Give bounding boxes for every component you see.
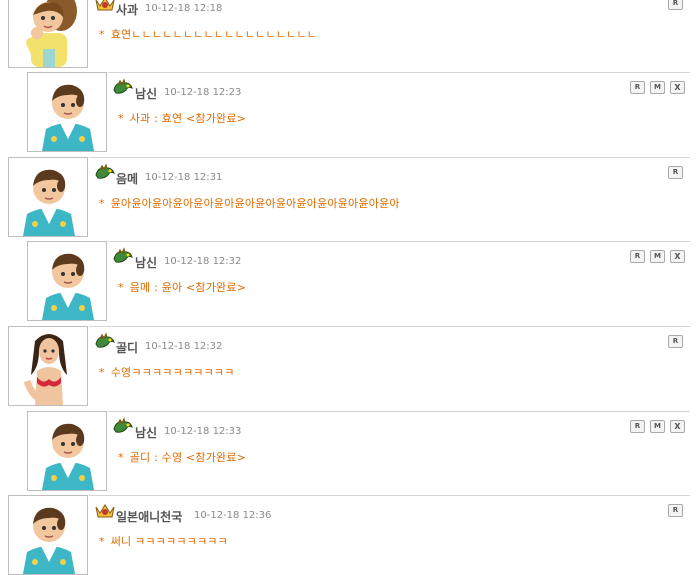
nickname[interactable]: 일본애니천국 xyxy=(116,508,182,525)
crown-icon xyxy=(94,501,116,519)
timestamp: 10-12-18 12:23 xyxy=(164,87,242,98)
modify-button[interactable]: M xyxy=(650,81,665,94)
reply-button[interactable]: R xyxy=(630,81,645,94)
reply-button[interactable]: R xyxy=(630,250,645,263)
message-text: 음메 : 윤아 <참가완료> xyxy=(129,281,247,294)
reply-button[interactable]: R xyxy=(668,166,683,179)
timestamp: 10-12-18 12:36 xyxy=(194,510,272,521)
modify-button[interactable]: M xyxy=(650,420,665,433)
comment-actions: R M X xyxy=(630,420,685,433)
avatar[interactable] xyxy=(27,72,107,152)
timestamp: 10-12-18 12:18 xyxy=(145,3,223,14)
timestamp: 10-12-18 12:31 xyxy=(145,172,223,183)
reply-button[interactable]: R xyxy=(668,0,683,10)
bullet-star: * xyxy=(99,366,105,379)
comment-actions: R xyxy=(668,166,683,179)
nickname[interactable]: 음메 xyxy=(116,170,138,187)
bullet-star: * xyxy=(99,535,105,548)
avatar-boy-icon xyxy=(42,423,94,490)
comment-actions: R xyxy=(668,335,683,348)
avatar[interactable] xyxy=(8,157,88,237)
avatar-boy-icon xyxy=(42,84,94,151)
reply-button[interactable]: R xyxy=(630,420,645,433)
message-text: 써니 ㅋㅋㅋㅋㅋㅋㅋㅋㅋ xyxy=(110,535,228,548)
avatar[interactable] xyxy=(8,495,88,575)
comment-message: * 윤아윤아윤아윤아윤아윤아윤아윤아윤아윤아윤아윤아윤아윤아 xyxy=(99,195,400,211)
message-text: 사과 : 효연 <참가완료> xyxy=(129,112,247,125)
comment-message: * 사과 : 효연 <참가완료> xyxy=(118,110,246,126)
comment-message: * 효연ㄴㄴㄴㄴㄴㄴㄴㄴㄴㄴㄴㄴㄴㄴㄴㄴㄴㄴ xyxy=(99,26,317,42)
timestamp: 10-12-18 12:32 xyxy=(145,341,223,352)
nickname[interactable]: 사과 xyxy=(116,1,138,18)
reply-button[interactable]: R xyxy=(668,504,683,517)
avatar[interactable] xyxy=(8,0,88,68)
message-text: 수영ㅋㅋㅋㅋㅋㅋㅋㅋㅋㅋ xyxy=(110,366,235,379)
bullet-star: * xyxy=(99,197,105,210)
bullet-star: * xyxy=(118,281,124,294)
message-text: 효연ㄴㄴㄴㄴㄴㄴㄴㄴㄴㄴㄴㄴㄴㄴㄴㄴㄴㄴ xyxy=(110,28,318,41)
reply-button[interactable]: R xyxy=(668,335,683,348)
comment-actions: R xyxy=(668,504,683,517)
delete-button[interactable]: X xyxy=(670,81,685,94)
nickname[interactable]: 남신 xyxy=(135,254,157,271)
avatar-girl-bikini-icon xyxy=(23,334,67,405)
nickname[interactable]: 남신 xyxy=(135,424,157,441)
timestamp: 10-12-18 12:33 xyxy=(164,426,242,437)
dragon-icon xyxy=(94,332,116,350)
comment-message: * 수영ㅋㅋㅋㅋㅋㅋㅋㅋㅋㅋ xyxy=(99,364,235,380)
avatar-girl-yellow-icon xyxy=(26,0,77,67)
modify-button[interactable]: M xyxy=(650,250,665,263)
comment-message: * 써니 ㅋㅋㅋㅋㅋㅋㅋㅋㅋ xyxy=(99,533,228,549)
avatar[interactable] xyxy=(8,326,88,406)
comment-actions: R M X xyxy=(630,81,685,94)
avatar[interactable] xyxy=(27,411,107,491)
dragon-icon xyxy=(112,417,134,435)
avatar-boy-icon xyxy=(23,507,75,574)
message-text: 골디 : 수영 <참가완료> xyxy=(129,451,247,464)
bullet-star: * xyxy=(118,451,124,464)
comment-actions: R xyxy=(668,0,683,10)
comment-message: * 음메 : 윤아 <참가완료> xyxy=(118,279,246,295)
timestamp: 10-12-18 12:32 xyxy=(164,256,242,267)
nickname[interactable]: 남신 xyxy=(135,85,157,102)
avatar-boy-icon xyxy=(23,169,75,236)
bullet-star: * xyxy=(99,28,105,41)
bullet-star: * xyxy=(118,112,124,125)
crown-icon xyxy=(94,0,116,12)
comment-message: * 골디 : 수영 <참가완료> xyxy=(118,449,246,465)
comment-actions: R M X xyxy=(630,250,685,263)
delete-button[interactable]: X xyxy=(670,250,685,263)
message-text: 윤아윤아윤아윤아윤아윤아윤아윤아윤아윤아윤아윤아윤아윤아 xyxy=(110,197,400,210)
avatar-boy-icon xyxy=(42,253,94,320)
dragon-icon xyxy=(112,247,134,265)
dragon-icon xyxy=(112,78,134,96)
nickname[interactable]: 골디 xyxy=(116,339,138,356)
avatar[interactable] xyxy=(27,241,107,321)
dragon-icon xyxy=(94,163,116,181)
delete-button[interactable]: X xyxy=(670,420,685,433)
